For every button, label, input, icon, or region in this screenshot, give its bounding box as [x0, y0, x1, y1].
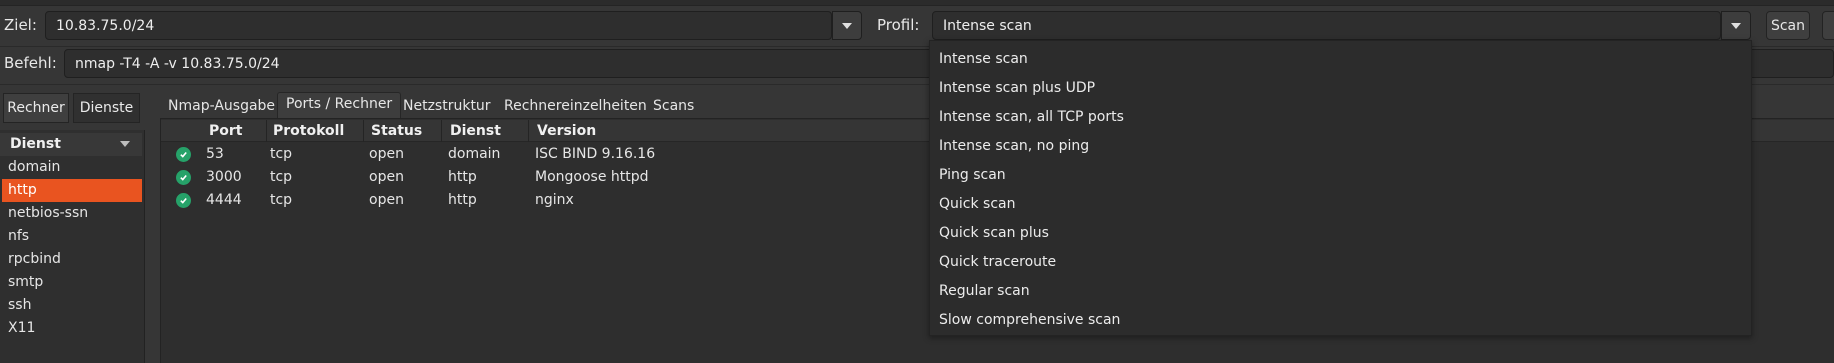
column-header-port[interactable]: Port: [209, 120, 242, 142]
column-divider: [441, 120, 442, 142]
target-input[interactable]: 10.83.75.0/24: [45, 11, 832, 40]
cell-service: http: [448, 169, 477, 185]
cell-port: 3000: [206, 169, 242, 185]
check-circle-icon: [176, 193, 191, 208]
column-divider: [266, 120, 267, 142]
cell-protocol: tcp: [270, 146, 293, 162]
menu-item-intense-scan[interactable]: Intense scan: [939, 48, 1028, 70]
service-item-domain[interactable]: domain: [2, 156, 142, 179]
cell-protocol: tcp: [270, 192, 293, 208]
sort-arrow-icon: [120, 141, 130, 147]
check-circle-icon: [176, 147, 191, 162]
cell-port: 4444: [206, 192, 242, 208]
cell-port: 53: [206, 146, 224, 162]
side-tab-hosts[interactable]: Rechner: [3, 93, 69, 123]
column-header-service[interactable]: Dienst: [450, 120, 501, 142]
tab-scans[interactable]: Scans: [653, 95, 694, 117]
service-item-rpcbind[interactable]: rpcbind: [2, 248, 142, 271]
command-label: Befehl:: [4, 54, 57, 72]
menu-item-intense-scan-no-ping[interactable]: Intense scan, no ping: [939, 135, 1089, 157]
scan-button[interactable]: Scan: [1766, 11, 1810, 40]
cell-version: nginx: [535, 192, 574, 208]
column-header-status[interactable]: Status: [371, 120, 422, 142]
cell-status: open: [369, 169, 404, 185]
menu-item-intense-scan-all-tcp-ports[interactable]: Intense scan, all TCP ports: [939, 106, 1124, 128]
cell-service: domain: [448, 146, 501, 162]
cancel-button-partial[interactable]: [1822, 11, 1834, 40]
menu-item-ping-scan[interactable]: Ping scan: [939, 164, 1006, 186]
menu-item-slow-comprehensive-scan[interactable]: Slow comprehensive scan: [939, 309, 1120, 331]
services-column-header[interactable]: Dienst: [0, 133, 142, 156]
tab-ports-hosts[interactable]: Ports / Rechner: [277, 92, 402, 118]
chevron-down-icon: [842, 22, 852, 29]
column-header-version[interactable]: Version: [537, 120, 596, 142]
menu-item-regular-scan[interactable]: Regular scan: [939, 280, 1030, 302]
menu-item-quick-traceroute[interactable]: Quick traceroute: [939, 251, 1056, 273]
check-circle-icon: [176, 170, 191, 185]
tab-host-details[interactable]: Rechnereinzelheiten: [504, 95, 647, 117]
service-item-http[interactable]: http: [2, 179, 142, 202]
chevron-down-icon: [1731, 22, 1741, 29]
profile-label: Profil:: [877, 16, 920, 34]
profile-combo[interactable]: Intense scan: [932, 11, 1721, 40]
column-divider: [363, 120, 364, 142]
service-item-nfs[interactable]: nfs: [2, 225, 142, 248]
profile-dropdown-button[interactable]: [1721, 11, 1751, 40]
service-item-ssh[interactable]: ssh: [2, 294, 142, 317]
menu-item-quick-scan[interactable]: Quick scan: [939, 193, 1015, 215]
menu-item-quick-scan-plus[interactable]: Quick scan plus: [939, 222, 1049, 244]
tab-nmap-output[interactable]: Nmap-Ausgabe: [168, 95, 275, 117]
services-header-label: Dienst: [10, 136, 61, 152]
cell-version: ISC BIND 9.16.16: [535, 146, 656, 162]
profile-dropdown-menu: Intense scan Intense scan plus UDP Inten…: [929, 40, 1752, 336]
cell-status: open: [369, 192, 404, 208]
cell-protocol: tcp: [270, 169, 293, 185]
zenmap-window: Ziel: 10.83.75.0/24 Profil: Intense scan…: [0, 0, 1834, 363]
service-item-smtp[interactable]: smtp: [2, 271, 142, 294]
service-item-netbios-ssn[interactable]: netbios-ssn: [2, 202, 142, 225]
tab-topology[interactable]: Netzstruktur: [403, 95, 491, 117]
menu-item-intense-scan-plus-udp[interactable]: Intense scan plus UDP: [939, 77, 1095, 99]
window-top-strip: [0, 0, 1834, 6]
service-item-x11[interactable]: X11: [2, 317, 142, 340]
target-dropdown-button[interactable]: [832, 11, 862, 40]
column-divider: [528, 120, 529, 142]
cell-service: http: [448, 192, 477, 208]
target-label: Ziel:: [4, 16, 37, 34]
side-tab-services[interactable]: Dienste: [73, 93, 140, 123]
cell-version: Mongoose httpd: [535, 169, 649, 185]
cell-status: open: [369, 146, 404, 162]
column-header-protocol[interactable]: Protokoll: [273, 120, 344, 142]
